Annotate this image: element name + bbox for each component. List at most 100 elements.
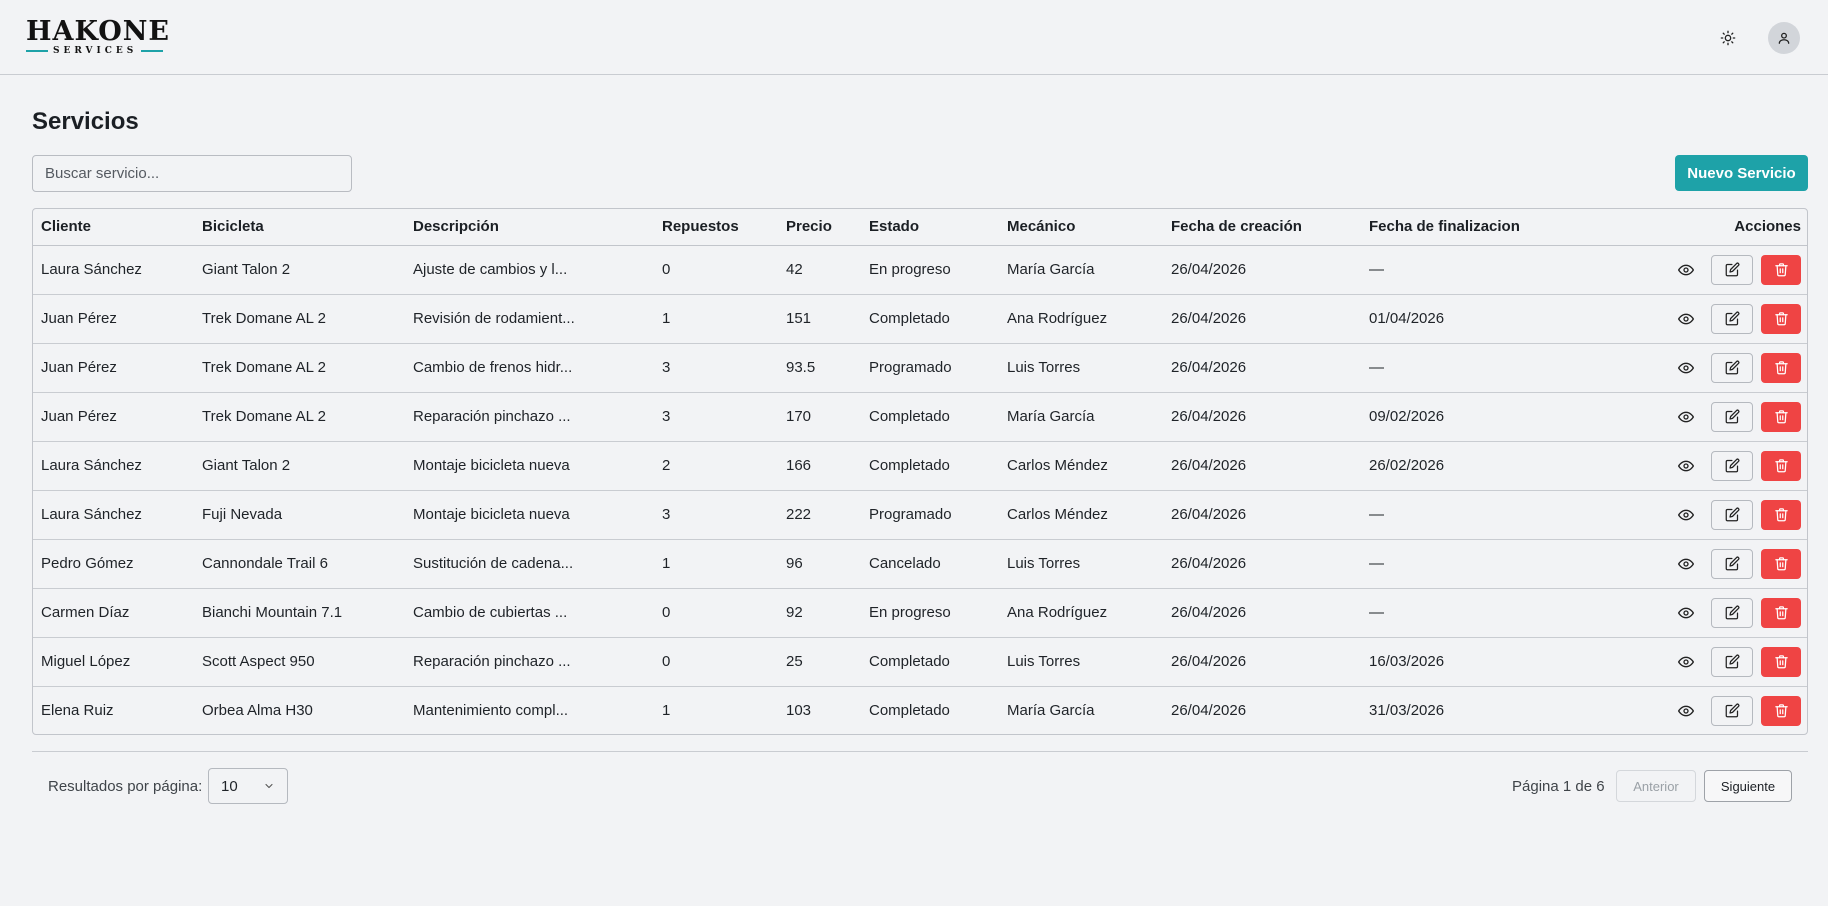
cell-actions (1579, 392, 1807, 442)
column-header-repuestos[interactable]: Repuestos (654, 209, 778, 246)
theme-toggle-button[interactable] (1716, 26, 1740, 50)
column-header-precio[interactable]: Precio (778, 209, 861, 246)
view-button[interactable] (1669, 402, 1703, 432)
column-header-fecha-finalizacion[interactable]: Fecha de finalizacion (1361, 209, 1579, 246)
delete-button[interactable] (1761, 548, 1801, 579)
cell-cliente: Carmen Díaz (33, 588, 194, 638)
cell-estado: Completado (861, 441, 999, 491)
cell-fecha-creacion: 26/04/2026 (1163, 637, 1361, 687)
user-icon (1778, 32, 1790, 44)
cell-descripcion: Montaje bicicleta nueva (405, 490, 654, 540)
edit-button[interactable] (1711, 303, 1753, 334)
next-page-button[interactable]: Siguiente (1704, 770, 1792, 802)
cell-bicicleta: Fuji Nevada (194, 490, 405, 540)
cell-repuestos: 3 (654, 490, 778, 540)
cell-repuestos: 1 (654, 539, 778, 589)
cell-descripcion: Revisión de rodamient... (405, 294, 654, 344)
cell-fecha-creacion: 26/04/2026 (1163, 441, 1361, 491)
cell-mecanico: Carlos Méndez (999, 490, 1163, 540)
column-header-acciones: Acciones (1579, 209, 1807, 246)
delete-button[interactable] (1761, 401, 1801, 432)
trash-icon (1774, 557, 1788, 571)
cell-fecha-creacion: 26/04/2026 (1163, 245, 1361, 295)
cell-fecha-finalizacion: — (1361, 343, 1579, 393)
delete-button[interactable] (1761, 646, 1801, 677)
cell-fecha-creacion: 26/04/2026 (1163, 588, 1361, 638)
trash-icon (1774, 655, 1788, 669)
cell-descripcion: Ajuste de cambios y l... (405, 245, 654, 295)
delete-button[interactable] (1761, 499, 1801, 530)
eye-icon (1678, 460, 1694, 471)
cell-precio: 166 (778, 441, 861, 491)
cell-actions (1579, 588, 1807, 638)
previous-page-button[interactable]: Anterior (1616, 770, 1696, 802)
cell-fecha-creacion: 26/04/2026 (1163, 490, 1361, 540)
cell-mecanico: Ana Rodríguez (999, 294, 1163, 344)
view-button[interactable] (1669, 647, 1703, 677)
cell-cliente: Juan Pérez (33, 343, 194, 393)
rows-per-page-label: Resultados por página: (48, 778, 203, 795)
trash-icon (1774, 606, 1788, 620)
trash-icon (1774, 361, 1788, 375)
cell-precio: 151 (778, 294, 861, 344)
cell-fecha-finalizacion: 09/02/2026 (1361, 392, 1579, 442)
column-header-mecanico[interactable]: Mecánico (999, 209, 1163, 246)
cell-estado: Programado (861, 490, 999, 540)
column-header-fecha-creacion[interactable]: Fecha de creación (1163, 209, 1361, 246)
view-button[interactable] (1669, 255, 1703, 285)
delete-button[interactable] (1761, 303, 1801, 334)
cell-actions (1579, 441, 1807, 491)
cell-bicicleta: Trek Domane AL 2 (194, 392, 405, 442)
column-header-descripcion[interactable]: Descripción (405, 209, 654, 246)
edit-button[interactable] (1711, 352, 1753, 383)
delete-button[interactable] (1761, 254, 1801, 285)
user-avatar-button[interactable] (1768, 22, 1800, 54)
top-bar: HAKONE SERVICES (0, 0, 1828, 75)
edit-button[interactable] (1711, 499, 1753, 530)
cell-actions (1579, 637, 1807, 687)
table-row: Juan Pérez Trek Domane AL 2 Cambio de fren… (33, 343, 1807, 393)
view-button[interactable] (1669, 451, 1703, 481)
delete-button[interactable] (1761, 450, 1801, 481)
view-button[interactable] (1669, 500, 1703, 530)
cell-cliente: Pedro Gómez (33, 539, 194, 589)
table-header-row: Cliente Bicicleta Descripción Repuestos … (33, 209, 1807, 246)
delete-button[interactable] (1761, 597, 1801, 628)
search-input[interactable] (32, 155, 352, 192)
column-header-cliente[interactable]: Cliente (33, 209, 194, 246)
trash-icon (1774, 508, 1788, 522)
delete-button[interactable] (1761, 695, 1801, 726)
view-button[interactable] (1669, 696, 1703, 726)
trash-icon (1774, 459, 1788, 473)
delete-button[interactable] (1761, 352, 1801, 383)
view-button[interactable] (1669, 304, 1703, 334)
edit-button[interactable] (1711, 450, 1753, 481)
view-button[interactable] (1669, 598, 1703, 628)
logo[interactable]: HAKONE SERVICES (26, 18, 169, 56)
new-service-button[interactable]: Nuevo Servicio (1675, 155, 1808, 191)
cell-repuestos: 0 (654, 588, 778, 638)
edit-button[interactable] (1711, 254, 1753, 285)
rows-per-page-value: 10 (221, 777, 238, 795)
column-header-bicicleta[interactable]: Bicicleta (194, 209, 405, 246)
sun-icon (1720, 30, 1736, 46)
edit-button[interactable] (1711, 695, 1753, 726)
cell-bicicleta: Bianchi Mountain 7.1 (194, 588, 405, 638)
cell-bicicleta: Trek Domane AL 2 (194, 343, 405, 393)
cell-fecha-finalizacion: — (1361, 245, 1579, 295)
cell-repuestos: 0 (654, 637, 778, 687)
eye-icon (1678, 509, 1694, 520)
rows-per-page-select[interactable]: 10 (208, 768, 288, 804)
edit-button[interactable] (1711, 646, 1753, 677)
cell-fecha-creacion: 26/04/2026 (1171, 702, 1247, 720)
view-button[interactable] (1669, 353, 1703, 383)
edit-button[interactable] (1711, 548, 1753, 579)
cell-precio: 92 (778, 588, 861, 638)
cell-estado: Programado (861, 343, 999, 393)
cell-estado: En progreso (861, 245, 999, 295)
edit-button[interactable] (1711, 401, 1753, 432)
edit-button[interactable] (1711, 597, 1753, 628)
column-header-estado[interactable]: Estado (861, 209, 999, 246)
table-row: Laura Sánchez Giant Talon 2 Ajuste de camb… (33, 245, 1807, 295)
view-button[interactable] (1669, 549, 1703, 579)
